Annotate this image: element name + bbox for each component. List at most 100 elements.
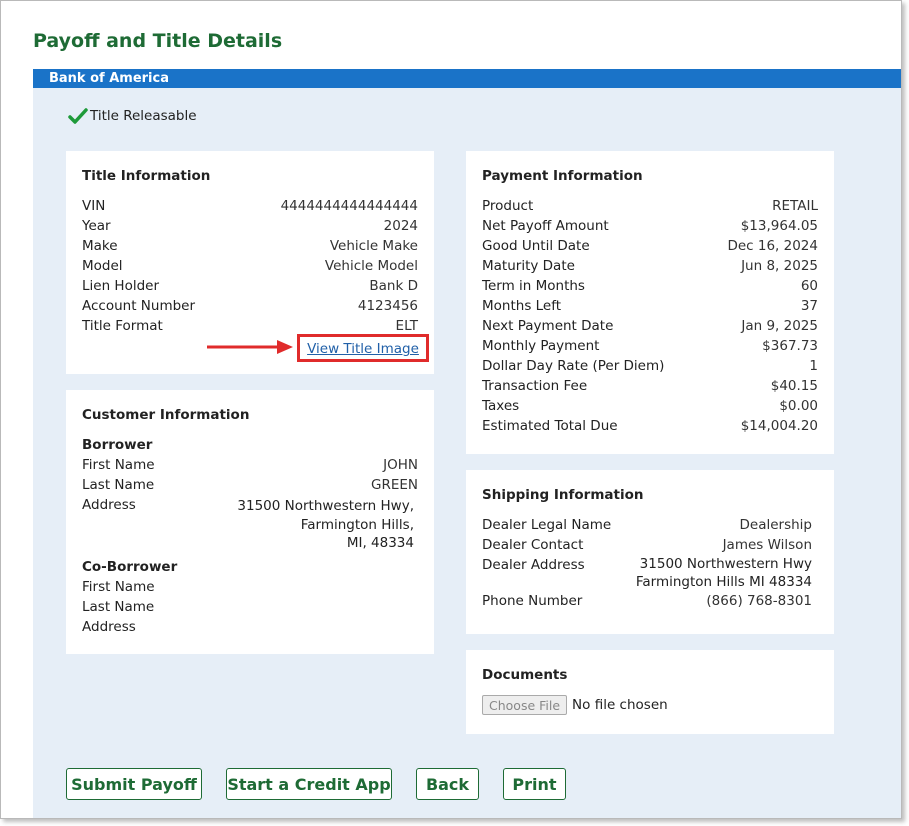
no-file-chosen-label: No file chosen <box>572 697 668 713</box>
account-number-row: Account Number 4123456 <box>82 296 418 316</box>
co-borrower-last-name-row: Last Name <box>82 597 418 617</box>
payment-row-label: Dollar Day Rate (Per Diem) <box>482 358 665 374</box>
back-button[interactable]: Back <box>416 768 479 800</box>
payment-row-value: 37 <box>800 298 818 314</box>
borrower-last-name-label: Last Name <box>82 477 155 493</box>
dealer-contact-value: James Wilson <box>722 537 812 553</box>
payment-row-value: $367.73 <box>762 338 818 354</box>
borrower-first-name-row: First Name JOHN <box>82 455 418 475</box>
customer-information-card: Customer Information Borrower First Name… <box>66 390 434 654</box>
payment-row-label: Transaction Fee <box>482 378 588 394</box>
start-credit-app-button[interactable]: Start a Credit App <box>226 768 392 800</box>
checkmark-icon <box>68 106 88 126</box>
model-row: Model Vehicle Model <box>82 256 418 276</box>
lien-holder-row: Lien Holder Bank D <box>82 276 418 296</box>
customer-information-heading: Customer Information <box>82 407 250 423</box>
title-format-label: Title Format <box>82 318 163 334</box>
borrower-last-name-value: GREEN <box>371 477 418 493</box>
payment-row-label: Taxes <box>482 398 520 414</box>
payment-row-value: $14,004.20 <box>740 418 818 434</box>
payment-row: Good Until Date Dec 16, 2024 <box>482 236 818 256</box>
account-number-value: 4123456 <box>357 298 418 314</box>
view-title-image-link[interactable]: View Title Image <box>307 341 419 357</box>
lien-holder-label: Lien Holder <box>82 278 160 294</box>
payment-row: Term in Months 60 <box>482 276 818 296</box>
make-value: Vehicle Make <box>329 238 418 254</box>
dealer-legal-name-label: Dealer Legal Name <box>482 517 612 533</box>
make-label: Make <box>82 238 118 254</box>
borrower-first-name-label: First Name <box>82 457 155 473</box>
dealer-address-line: Farmington Hills MI 48334 <box>635 573 812 590</box>
payment-row: Months Left 37 <box>482 296 818 316</box>
payment-row: Maturity Date Jun 8, 2025 <box>482 256 818 276</box>
view-title-image-highlight: View Title Image <box>297 334 429 362</box>
payment-row-label: Next Payment Date <box>482 318 614 334</box>
payment-row-value: 60 <box>800 278 818 294</box>
payment-row-label: Product <box>482 198 534 214</box>
lender-bar: Bank of America <box>33 69 901 88</box>
borrower-address-line: MI, 48334 <box>346 535 414 551</box>
payment-row-label: Months Left <box>482 298 562 314</box>
payment-row: Net Payoff Amount $13,964.05 <box>482 216 818 236</box>
payment-row-value: 1 <box>809 358 818 374</box>
co-borrower-last-name-label: Last Name <box>82 598 155 615</box>
payment-row: Dollar Day Rate (Per Diem) 1 <box>482 356 818 376</box>
payment-row-label: Monthly Payment <box>482 338 600 354</box>
make-row: Make Vehicle Make <box>82 236 418 256</box>
vin-value: 4444444444444444 <box>280 198 418 214</box>
payment-row-value: Dec 16, 2024 <box>727 238 818 254</box>
borrower-heading: Borrower <box>82 437 153 453</box>
phone-number-value: (866) 768-8301 <box>706 593 812 609</box>
shipping-information-card: Shipping Information Dealer Legal Name De… <box>466 470 834 634</box>
shipping-information-heading: Shipping Information <box>482 487 644 503</box>
payment-row-label: Estimated Total Due <box>482 418 618 434</box>
payment-row: Transaction Fee $40.15 <box>482 376 818 396</box>
page-title: Payoff and Title Details <box>33 30 283 52</box>
payment-information-card: Payment Information Product RETAIL Net Pa… <box>466 151 834 454</box>
print-button[interactable]: Print <box>503 768 566 800</box>
account-number-label: Account Number <box>82 298 196 314</box>
dealer-address-label: Dealer Address <box>482 557 585 573</box>
borrower-last-name-row: Last Name GREEN <box>82 475 418 495</box>
documents-heading: Documents <box>482 667 568 683</box>
payment-row: Taxes $0.00 <box>482 396 818 416</box>
payment-row-value: Jan 9, 2025 <box>741 318 818 334</box>
vin-label: VIN <box>82 198 106 214</box>
dealer-legal-name-value: Dealership <box>739 517 813 533</box>
title-information-heading: Title Information <box>82 168 211 184</box>
dealer-address-value: 31500 Northwestern Hwy Farmington Hills … <box>636 555 812 591</box>
title-format-value: ELT <box>395 318 418 334</box>
payment-row-value: RETAIL <box>772 198 818 214</box>
year-value: 2024 <box>383 218 418 234</box>
payment-row-value: Jun 8, 2025 <box>741 258 818 274</box>
year-label: Year <box>82 218 111 234</box>
borrower-address-row: Address 31500 Northwestern Hwy, Farmingt… <box>82 495 418 553</box>
choose-file-button[interactable]: Choose File <box>482 695 568 715</box>
model-label: Model <box>82 258 123 274</box>
phone-number-row: Phone Number (866) 768-8301 <box>482 591 818 611</box>
co-borrower-first-name-row: First Name <box>82 577 418 597</box>
payment-row-label: Good Until Date <box>482 238 590 254</box>
model-value: Vehicle Model <box>324 258 418 274</box>
borrower-address-line: Farmington Hills, <box>300 516 414 533</box>
co-borrower-heading: Co-Borrower <box>82 558 178 575</box>
phone-number-label: Phone Number <box>482 593 583 609</box>
documents-card: Documents Choose File No file chosen <box>466 650 834 734</box>
year-row: Year 2024 <box>82 216 418 236</box>
payment-row-label: Maturity Date <box>482 258 575 274</box>
dealer-address-line: 31500 Northwestern Hwy <box>639 556 812 572</box>
payment-information-heading: Payment Information <box>482 168 643 184</box>
payment-row: Estimated Total Due $14,004.20 <box>482 416 818 436</box>
title-status-label: Title Releasable <box>90 108 197 124</box>
borrower-first-name-value: JOHN <box>383 457 418 473</box>
co-borrower-address-row: Address <box>82 617 418 637</box>
co-borrower-address-label: Address <box>82 618 136 635</box>
vin-row: VIN 4444444444444444 <box>82 196 418 216</box>
payment-row-label: Term in Months <box>482 278 585 294</box>
submit-payoff-button[interactable]: Submit Payoff <box>66 768 202 800</box>
dealer-contact-row: Dealer Contact James Wilson <box>482 535 818 555</box>
payment-row: Monthly Payment $367.73 <box>482 336 818 356</box>
arrow-right-icon <box>207 340 293 354</box>
title-status: Title Releasable <box>68 106 197 126</box>
payment-row-value: $40.15 <box>770 378 818 394</box>
